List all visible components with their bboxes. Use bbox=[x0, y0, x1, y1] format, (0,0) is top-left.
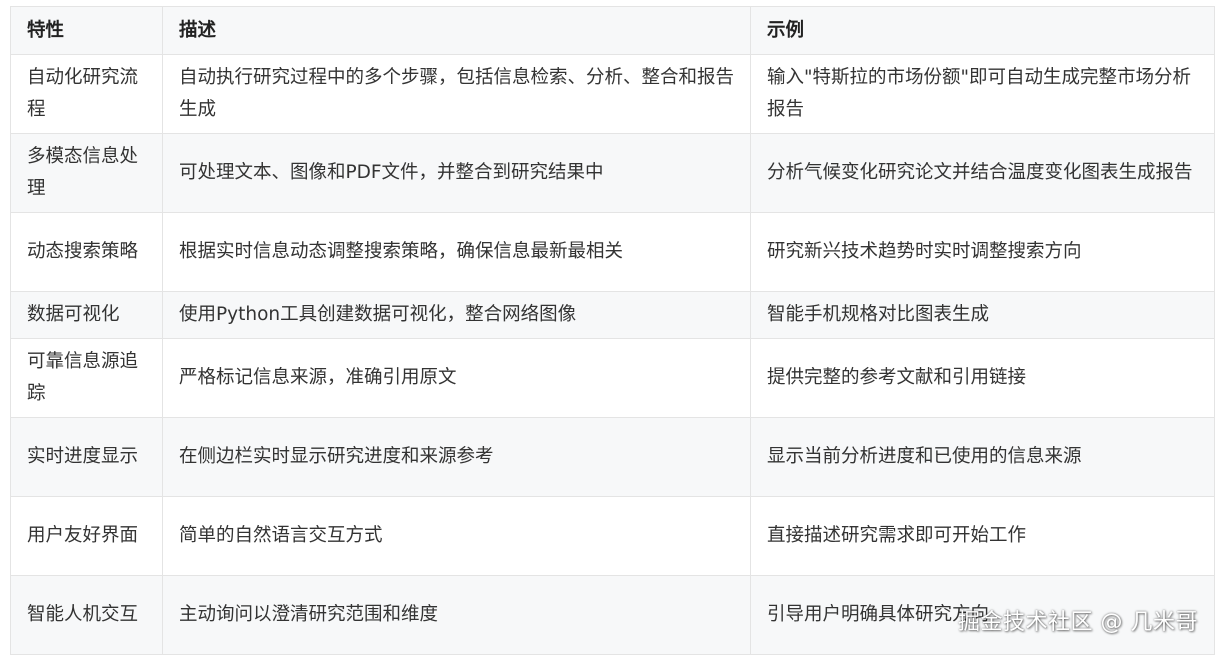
example-cell: 分析气候变化研究论文并结合温度变化图表生成报告 bbox=[750, 133, 1215, 213]
header-feature: 特性 bbox=[10, 6, 163, 55]
table-header-row: 特性 描述 示例 bbox=[10, 6, 1215, 55]
example-cell: 输入"特斯拉的市场份额"即可自动生成完整市场分析报告 bbox=[750, 54, 1215, 134]
example-cell: 智能手机规格对比图表生成 bbox=[750, 291, 1215, 339]
description-cell: 在侧边栏实时显示研究进度和来源参考 bbox=[162, 417, 751, 497]
example-cell: 显示当前分析进度和已使用的信息来源 bbox=[750, 417, 1215, 497]
description-cell: 主动询问以澄清研究范围和维度 bbox=[162, 575, 751, 655]
table-row: 实时进度显示 在侧边栏实时显示研究进度和来源参考 显示当前分析进度和已使用的信息… bbox=[10, 417, 1215, 497]
feature-cell: 实时进度显示 bbox=[10, 417, 163, 497]
example-cell: 直接描述研究需求即可开始工作 bbox=[750, 496, 1215, 576]
description-cell: 自动执行研究过程中的多个步骤，包括信息检索、分析、整合和报告生成 bbox=[162, 54, 751, 134]
example-cell: 研究新兴技术趋势时实时调整搜索方向 bbox=[750, 212, 1215, 292]
description-cell: 简单的自然语言交互方式 bbox=[162, 496, 751, 576]
description-cell: 根据实时信息动态调整搜索策略，确保信息最新最相关 bbox=[162, 212, 751, 292]
header-description: 描述 bbox=[162, 6, 751, 55]
feature-cell: 智能人机交互 bbox=[10, 575, 163, 655]
table-row: 数据可视化 使用Python工具创建数据可视化，整合网络图像 智能手机规格对比图… bbox=[10, 291, 1215, 339]
table-row: 可靠信息源追踪 严格标记信息来源，准确引用原文 提供完整的参考文献和引用链接 bbox=[10, 338, 1215, 418]
header-example: 示例 bbox=[750, 6, 1215, 55]
table-row: 动态搜索策略 根据实时信息动态调整搜索策略，确保信息最新最相关 研究新兴技术趋势… bbox=[10, 212, 1215, 292]
feature-cell: 多模态信息处理 bbox=[10, 133, 163, 213]
description-cell: 可处理文本、图像和PDF文件，并整合到研究结果中 bbox=[162, 133, 751, 213]
example-cell: 提供完整的参考文献和引用链接 bbox=[750, 338, 1215, 418]
table-row: 多模态信息处理 可处理文本、图像和PDF文件，并整合到研究结果中 分析气候变化研… bbox=[10, 133, 1215, 213]
description-cell: 使用Python工具创建数据可视化，整合网络图像 bbox=[162, 291, 751, 339]
table-row: 自动化研究流程 自动执行研究过程中的多个步骤，包括信息检索、分析、整合和报告生成… bbox=[10, 54, 1215, 134]
watermark: 掘金技术社区 @ 几米哥 bbox=[958, 610, 1198, 635]
feature-cell: 用户友好界面 bbox=[10, 496, 163, 576]
table-row: 用户友好界面 简单的自然语言交互方式 直接描述研究需求即可开始工作 bbox=[10, 496, 1215, 576]
feature-table-container: 特性 描述 示例 自动化研究流程 自动执行研究过程中的多个步骤，包括信息检索、分… bbox=[10, 6, 1215, 655]
description-cell: 严格标记信息来源，准确引用原文 bbox=[162, 338, 751, 418]
feature-cell: 自动化研究流程 bbox=[10, 54, 163, 134]
feature-cell: 数据可视化 bbox=[10, 291, 163, 339]
feature-table: 特性 描述 示例 自动化研究流程 自动执行研究过程中的多个步骤，包括信息检索、分… bbox=[10, 6, 1215, 655]
feature-cell: 可靠信息源追踪 bbox=[10, 338, 163, 418]
feature-cell: 动态搜索策略 bbox=[10, 212, 163, 292]
